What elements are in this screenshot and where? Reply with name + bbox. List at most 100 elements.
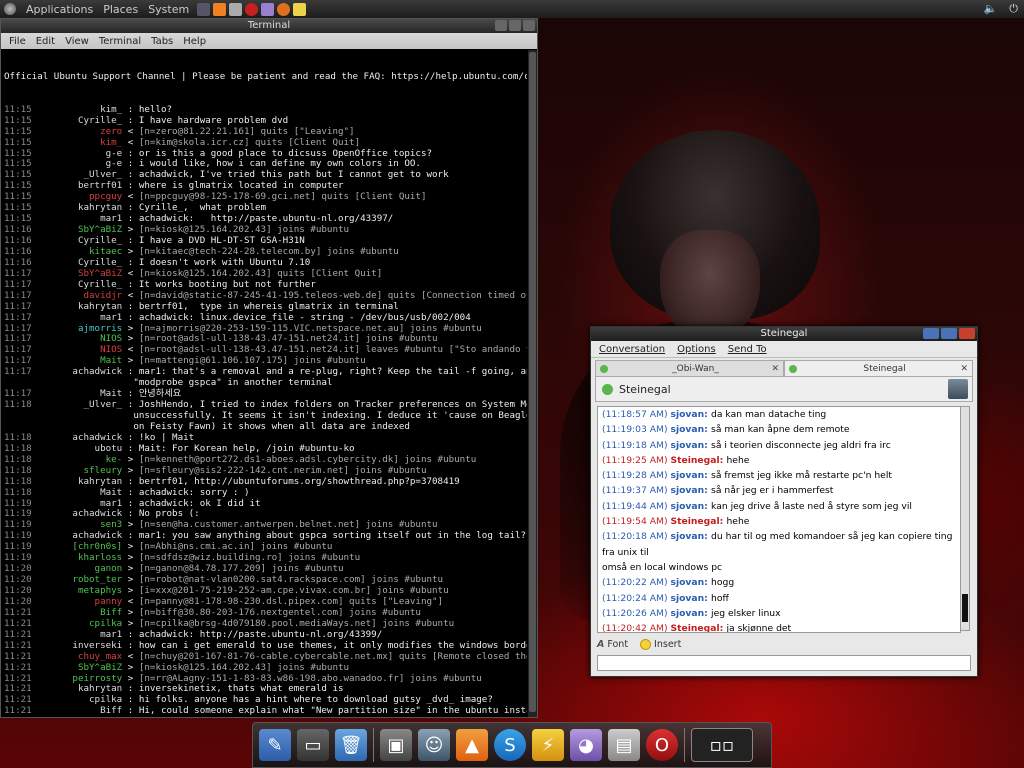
irc-separator: > bbox=[127, 606, 134, 618]
menu-conversation[interactable]: Conversation bbox=[599, 344, 665, 355]
irc-nick[interactable]: mar1 bbox=[37, 312, 122, 324]
menu-options[interactable]: Options bbox=[677, 344, 716, 355]
irc-timestamp: 11:21 bbox=[4, 694, 32, 706]
opera-icon[interactable]: O bbox=[646, 729, 678, 761]
irc-nick[interactable]: kim_ bbox=[37, 137, 122, 149]
menu-file[interactable]: File bbox=[9, 36, 26, 47]
tab-close-icon[interactable]: ✕ bbox=[771, 364, 779, 374]
pidgin-icon[interactable]: ◕ bbox=[570, 729, 602, 761]
chat-titlebar[interactable]: Steinegal bbox=[591, 327, 977, 341]
menu-terminal[interactable]: Terminal bbox=[99, 36, 141, 47]
irc-timestamp: 11:15 bbox=[4, 180, 32, 192]
tab-obi-wan[interactable]: _Obi-Wan_ ✕ bbox=[595, 360, 784, 376]
insert-button[interactable]: Insert bbox=[640, 638, 681, 650]
irc-nick[interactable]: inverseki bbox=[37, 640, 122, 652]
message-input[interactable] bbox=[597, 655, 971, 671]
menu-send-to[interactable]: Send To bbox=[728, 344, 767, 355]
irc-message: [n=kiosk@125.164.202.43] joins #ubuntu bbox=[138, 224, 350, 236]
irc-timestamp: 11:17 bbox=[4, 300, 32, 312]
trash-icon[interactable]: 🗑 bbox=[335, 729, 367, 761]
minimize-button[interactable] bbox=[495, 20, 507, 31]
terminal-scrollbar[interactable] bbox=[528, 50, 537, 717]
lightning-icon[interactable]: ⚡ bbox=[532, 729, 564, 761]
irc-nick[interactable]: Biff bbox=[37, 705, 122, 717]
vlc-launcher-icon[interactable] bbox=[213, 2, 227, 16]
terminal-window: Terminal File Edit View Terminal Tabs He… bbox=[0, 18, 538, 718]
close-button[interactable] bbox=[523, 20, 535, 31]
irc-nick[interactable]: sfleury bbox=[37, 465, 122, 477]
maximize-button[interactable] bbox=[509, 20, 521, 31]
workspace-switcher-icon[interactable]: ▫▫ bbox=[691, 728, 753, 762]
avatar-app-icon[interactable]: ☺ bbox=[418, 729, 450, 761]
irc-separator: > bbox=[127, 322, 134, 334]
irc-nick[interactable]: Mait bbox=[37, 487, 122, 499]
irc-timestamp bbox=[4, 410, 32, 421]
irc-nick[interactable]: Cyrille_ bbox=[37, 115, 122, 127]
irc-separator: > bbox=[127, 333, 134, 345]
irc-timestamp: 11:21 bbox=[4, 606, 32, 618]
text-editor-icon[interactable]: ✎ bbox=[259, 729, 291, 761]
message-sender: sjovan: bbox=[670, 424, 712, 436]
irc-message: or is this a good place to dicsuss OpenO… bbox=[138, 147, 433, 159]
terminal-titlebar[interactable]: Terminal bbox=[1, 19, 537, 33]
close-button[interactable] bbox=[959, 328, 975, 339]
irc-nick[interactable]: SbY^aBiZ bbox=[37, 662, 122, 674]
terminal-output[interactable]: Official Ubuntu Support Channel | Please… bbox=[1, 50, 527, 717]
tab-close-icon[interactable]: ✕ bbox=[960, 364, 968, 374]
folder-icon[interactable]: ▭ bbox=[297, 729, 329, 761]
tab-steinegal[interactable]: Steinegal ✕ bbox=[784, 360, 973, 376]
vlc-icon[interactable]: ▲ bbox=[456, 729, 488, 761]
irc-nick[interactable]: achadwick bbox=[37, 366, 122, 378]
minimize-button[interactable] bbox=[923, 328, 939, 339]
volume-icon[interactable]: 🔈 bbox=[984, 2, 998, 16]
irc-nick[interactable]: kahrytan bbox=[37, 476, 122, 488]
menu-system[interactable]: System bbox=[148, 3, 189, 16]
message-timestamp: (11:18:57 AM) bbox=[602, 409, 671, 420]
terminal-title: Terminal bbox=[247, 20, 291, 31]
irc-timestamp: 11:19 bbox=[4, 541, 32, 553]
power-icon[interactable]: ⏻ bbox=[1009, 2, 1018, 16]
irc-nick[interactable]: kahrytan bbox=[37, 301, 122, 313]
maximize-button[interactable] bbox=[941, 328, 957, 339]
irc-nick[interactable]: _Ulver_ bbox=[37, 399, 122, 411]
irc-timestamp: 11:21 bbox=[4, 639, 32, 651]
chat-message: (11:20:22 AM) sjovan: hogg bbox=[598, 575, 960, 590]
irc-message: [n=ajmorris@220-253-159-115.VIC.netspace… bbox=[138, 322, 482, 334]
menu-applications[interactable]: Applications bbox=[26, 3, 93, 16]
irc-nick[interactable]: zero bbox=[37, 126, 122, 138]
skype-icon[interactable]: S bbox=[494, 729, 526, 761]
irc-timestamp: 11:21 bbox=[4, 705, 32, 717]
irc-nick[interactable]: chuy_max bbox=[37, 651, 122, 663]
pidgin-launcher-icon[interactable] bbox=[261, 2, 275, 16]
terminal-icon[interactable]: ▣ bbox=[380, 729, 412, 761]
terminal-menubar: File Edit View Terminal Tabs Help bbox=[1, 33, 537, 49]
chat-message: (11:19:03 AM) sjovan: så man kan åpne de… bbox=[598, 422, 960, 437]
notes-launcher-icon[interactable] bbox=[293, 2, 307, 16]
file-cabinet-icon[interactable]: ▤ bbox=[608, 729, 640, 761]
message-sender: sjovan: bbox=[670, 439, 712, 451]
irc-timestamp: 11:21 bbox=[4, 650, 32, 662]
irc-nick[interactable]: davidjr bbox=[37, 290, 122, 302]
irc-separator: : bbox=[127, 497, 134, 509]
irc-timestamp: 11:15 bbox=[4, 202, 32, 214]
app-launcher-icon[interactable] bbox=[229, 2, 243, 16]
ubuntu-logo-icon[interactable] bbox=[4, 3, 16, 15]
menu-edit[interactable]: Edit bbox=[36, 36, 55, 47]
menu-view[interactable]: View bbox=[65, 36, 89, 47]
firefox-launcher-icon[interactable] bbox=[277, 2, 291, 16]
opera-launcher-icon[interactable] bbox=[245, 2, 259, 16]
font-button[interactable]: A Font bbox=[597, 639, 628, 650]
conversation-scrollbar[interactable] bbox=[960, 406, 970, 631]
terminal-launcher-icon[interactable] bbox=[197, 2, 211, 16]
message-sender: Steinegal: bbox=[670, 516, 727, 528]
online-status-icon bbox=[789, 364, 797, 373]
menu-help[interactable]: Help bbox=[183, 36, 206, 47]
avatar[interactable] bbox=[948, 379, 968, 399]
irc-separator: > bbox=[127, 224, 134, 236]
irc-separator: > bbox=[127, 519, 134, 531]
menu-tabs[interactable]: Tabs bbox=[151, 36, 173, 47]
conversation-log[interactable]: (11:18:57 AM) sjovan: da kan man datache… bbox=[597, 406, 961, 633]
menu-places[interactable]: Places bbox=[103, 3, 138, 16]
message-timestamp: (11:19:54 AM) bbox=[602, 516, 671, 528]
message-timestamp: (11:20:18 AM) bbox=[602, 531, 671, 543]
